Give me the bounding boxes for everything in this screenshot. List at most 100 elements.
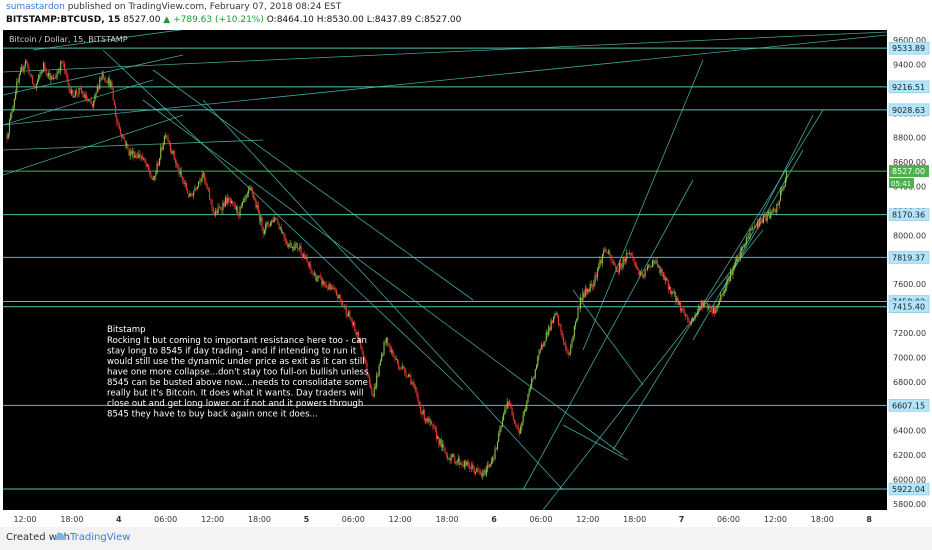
candle-body	[655, 261, 657, 263]
x-tick-label: 06:00	[154, 515, 177, 524]
candle-body	[747, 237, 749, 239]
candle-body	[128, 148, 130, 156]
candle-body	[254, 198, 256, 201]
candle-body	[770, 212, 772, 219]
candle-body	[320, 276, 322, 278]
candle-body	[35, 83, 37, 88]
candle-body	[298, 248, 300, 250]
candle-body	[606, 252, 608, 254]
candle-body	[323, 280, 325, 286]
candle-body	[385, 337, 388, 343]
candle-body	[55, 77, 57, 79]
candle-body	[446, 455, 449, 459]
candle-body	[676, 298, 678, 303]
candle-body	[769, 211, 771, 219]
candle-body	[279, 227, 281, 229]
candle-body	[171, 150, 173, 154]
candle-body	[595, 275, 597, 277]
candle-body	[51, 76, 53, 80]
candle-body	[350, 317, 352, 321]
candle-body	[165, 135, 167, 137]
candle-body	[167, 137, 169, 142]
candle-body	[623, 258, 625, 262]
candle-body	[111, 81, 113, 88]
candle-body	[57, 71, 59, 73]
candle-body	[379, 360, 381, 366]
x-tick-label: 8	[866, 515, 872, 524]
candle-body	[88, 100, 90, 102]
candle-body	[678, 301, 680, 305]
chart-title: Bitcoin / Dollar, 15, BITSTAMP	[9, 35, 128, 44]
author-link[interactable]: sumastardon	[6, 2, 65, 12]
candle-body	[396, 359, 398, 364]
candle-body	[193, 190, 195, 196]
candle-body	[333, 288, 335, 290]
candle-body	[62, 62, 64, 64]
candle-body	[762, 214, 764, 224]
chart-svg[interactable]: 5800.006000.006200.006400.006600.006800.…	[3, 30, 930, 527]
candle-body	[729, 270, 732, 281]
candle-body	[332, 287, 334, 289]
candle-body	[95, 91, 97, 95]
symbol: BITSTAMP:BTCUSD, 15	[6, 15, 121, 25]
candle-body	[90, 100, 92, 104]
candle-body	[593, 282, 595, 287]
candle-body	[628, 252, 630, 254]
candle-body	[371, 388, 373, 394]
candle-body	[263, 230, 266, 234]
candle-body	[58, 71, 61, 73]
candle-body	[41, 71, 43, 73]
candle-body	[79, 88, 81, 89]
candle-body	[424, 419, 427, 421]
candle-body	[195, 188, 197, 190]
trend-line	[722, 114, 814, 291]
tradingview-brand[interactable]: TradingView	[70, 532, 130, 543]
candle-body	[37, 80, 39, 84]
candle-body	[265, 224, 267, 231]
candle-body	[692, 318, 694, 321]
candle-body	[442, 444, 444, 448]
candle-body	[121, 133, 123, 138]
candle-body	[403, 366, 405, 368]
candle-body	[211, 200, 213, 207]
candle-body	[327, 287, 329, 290]
candle-body	[163, 136, 165, 145]
candle-body	[177, 164, 179, 168]
candle-body	[750, 228, 752, 230]
candle-body	[210, 199, 212, 201]
candle-body	[510, 403, 512, 409]
candle-body	[673, 292, 675, 293]
candle-body	[267, 222, 269, 226]
candle-body	[283, 232, 285, 238]
candle-body	[756, 221, 758, 227]
candle-body	[72, 89, 74, 97]
candle-body	[731, 270, 733, 275]
candle-body	[471, 464, 473, 469]
annotation-line: would still use the dynamic under price …	[107, 357, 365, 367]
candle-body	[420, 405, 422, 413]
candle-body	[56, 72, 58, 78]
candle-body	[316, 278, 318, 281]
candle-body	[548, 327, 550, 336]
candle-body	[610, 254, 612, 260]
candle-body	[176, 163, 178, 165]
candle-body	[141, 156, 144, 159]
candle-body	[63, 63, 65, 71]
candle-body	[67, 77, 69, 84]
candle-body	[759, 218, 761, 227]
candle-body	[584, 288, 586, 298]
candle-body	[328, 284, 330, 290]
candle-body	[8, 120, 11, 133]
candle-body	[295, 243, 297, 245]
candle-body	[755, 225, 757, 227]
x-tick-label: 18:00	[60, 515, 83, 524]
candle-body	[370, 383, 372, 389]
candle-body	[690, 320, 693, 325]
candle-body	[198, 181, 200, 187]
candle-body	[84, 94, 86, 98]
candle-body	[708, 307, 710, 309]
candle-body	[205, 180, 207, 184]
y-tick-label: 6200.00	[893, 451, 926, 460]
candle-body	[296, 243, 298, 249]
chart-area[interactable]: 5800.006000.006200.006400.006600.006800.…	[3, 30, 930, 527]
